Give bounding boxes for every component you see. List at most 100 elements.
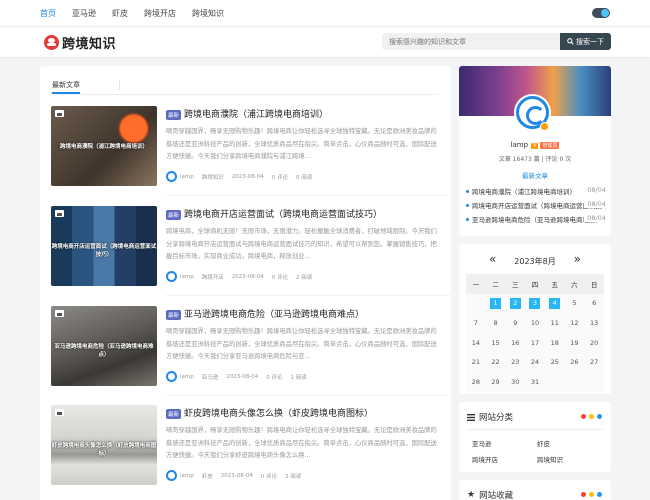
article-category[interactable]: 跨境开店: [202, 273, 224, 281]
calendar-day[interactable]: 25: [545, 352, 565, 372]
calendar-day[interactable]: 7: [466, 313, 486, 333]
calendar-day[interactable]: 28: [466, 372, 486, 392]
article-item[interactable]: 跨境电商开店运营面试（跨境电商运营面试技巧） 最新 跨境电商开店运营面试（跨境电…: [51, 206, 441, 286]
calendar-day[interactable]: 9: [505, 313, 525, 333]
calendar-day[interactable]: 22: [486, 352, 506, 372]
article-excerpt: 嘀哥穿越国界，畅享无限购物乐趣！跨境电商让你轻松选寻全球独特宝藏。无论是欧洲美妆…: [166, 328, 437, 360]
article-category[interactable]: 虾皮: [202, 472, 213, 480]
calendar-day[interactable]: 17: [525, 333, 545, 353]
recent-post-title[interactable]: 跨境电商濮院（浦江跨境电商培训）: [472, 188, 576, 196]
author-name-row: lamp V 管理员: [459, 141, 611, 149]
recent-post-item[interactable]: 跨境电商开店运营面试（跨境电商运营面试技巧） 08/04: [466, 200, 606, 214]
tab-divider: [119, 80, 120, 90]
next-month-button[interactable]: »: [574, 252, 581, 266]
author-name[interactable]: lamp: [180, 374, 194, 380]
calendar-empty-cell: [565, 372, 585, 392]
author-avatar[interactable]: [166, 470, 177, 481]
article-thumbnail[interactable]: 跨境电商濮院（浦江跨境电商培训）: [51, 106, 157, 186]
calendar-day[interactable]: 26: [565, 352, 585, 372]
nav-open-store[interactable]: 跨境开店: [144, 8, 176, 19]
calendar-day[interactable]: 5: [565, 294, 585, 314]
article-excerpt: 嘀哥穿越国界，畅享无限购物乐趣！跨境电商让你轻松选寻全球独特宝藏。无论是欧洲美妆…: [166, 427, 437, 459]
author-stats: 文章 16473 篇 | 评论 0 次: [498, 156, 572, 163]
article-title[interactable]: 亚马逊跨境电商危险（亚马逊跨境电商难点）: [184, 307, 364, 320]
article-thumbnail[interactable]: 虾皮跨境电商头像怎么换（虾皮跨境电商图标）: [51, 405, 157, 485]
categories-widget: 网站分类 亚马逊 虾皮 跨境开店 跨境知识: [459, 402, 611, 472]
article-title[interactable]: 虾皮跨境电商头像怎么换（虾皮跨境电商图标）: [184, 406, 373, 419]
category-shopee[interactable]: 虾皮: [537, 438, 602, 448]
calendar-day[interactable]: 23: [505, 352, 525, 372]
comment-count: 0 评论: [266, 374, 283, 381]
calendar-day-number: 4: [549, 297, 561, 309]
recent-post-item[interactable]: 亚马逊跨境电商危险（亚马逊跨境电商难点） 08/04: [466, 214, 606, 228]
logo-text: 跨境知识: [62, 37, 117, 52]
author-name[interactable]: lamp: [180, 473, 194, 479]
recent-post-title[interactable]: 亚马逊跨境电商危险（亚马逊跨境电商难点）: [472, 216, 602, 224]
author-avatar[interactable]: [166, 371, 177, 382]
author-avatar[interactable]: [166, 271, 177, 282]
nav-home[interactable]: 首页: [40, 8, 56, 19]
category-open-store[interactable]: 跨境开店: [472, 454, 537, 464]
calendar-day[interactable]: 29: [486, 372, 506, 392]
calendar-day[interactable]: 30: [505, 372, 525, 392]
article-title[interactable]: 跨境电商开店运营面试（跨境电商运营面试技巧）: [184, 207, 382, 220]
recent-posts-label: 最新文章: [522, 172, 548, 180]
article-item[interactable]: 虾皮跨境电商头像怎么换（虾皮跨境电商图标） 最新 虾皮跨境电商头像怎么换（虾皮跨…: [51, 405, 441, 485]
theme-toggle[interactable]: [592, 8, 610, 18]
calendar-day[interactable]: 24: [525, 352, 545, 372]
top-nav: 首页 亚马逊 虾皮 跨境开店 跨境知识: [40, 0, 240, 27]
calendar-day[interactable]: 4: [545, 294, 565, 314]
article-item[interactable]: 亚马逊跨境电商危险（亚马逊跨境电商难点） 最新 亚马逊跨境电商危险（亚马逊跨境电…: [51, 306, 441, 386]
article-thumbnail[interactable]: 跨境电商开店运营面试（跨境电商运营面试技巧）: [51, 206, 157, 286]
calendar-day[interactable]: 11: [545, 313, 565, 333]
author-avatar[interactable]: [166, 171, 177, 182]
category-knowledge[interactable]: 跨境知识: [537, 454, 602, 464]
calendar-day[interactable]: 16: [505, 333, 525, 353]
star-icon: ★: [467, 490, 476, 500]
article-category[interactable]: 跨境知识: [202, 173, 224, 181]
article-meta: lamp 跨境知识 2023-08-04 0 评论 0 阅读: [166, 171, 320, 182]
calendar-day[interactable]: 18: [545, 333, 565, 353]
nav-shopee[interactable]: 虾皮: [112, 8, 128, 19]
author-name[interactable]: lamp: [180, 174, 194, 180]
comment-count: 0 评论: [260, 473, 277, 480]
nav-knowledge[interactable]: 跨境知识: [192, 8, 224, 19]
weekday-header: 六: [564, 274, 585, 294]
calendar-day[interactable]: 10: [525, 313, 545, 333]
calendar-day[interactable]: 8: [486, 313, 506, 333]
calendar-day[interactable]: 20: [584, 333, 604, 353]
list-icon: [467, 413, 475, 421]
window-dots: [581, 492, 602, 497]
search-button[interactable]: 搜索一下: [560, 33, 611, 50]
calendar-day[interactable]: 31: [525, 372, 545, 392]
article-item[interactable]: 跨境电商濮院（浦江跨境电商培训） 最新 跨境电商濮院（浦江跨境电商培训） 嘀哥穿…: [51, 106, 441, 186]
calendar-day[interactable]: 19: [565, 333, 585, 353]
search-button-label: 搜索一下: [576, 37, 604, 46]
calendar-day[interactable]: 2: [505, 294, 525, 314]
article-date: 2023-08-04: [226, 373, 259, 380]
site-logo[interactable]: 跨境知识: [44, 33, 116, 52]
search-input[interactable]: [382, 33, 560, 50]
tab-latest[interactable]: 最新文章: [52, 80, 80, 90]
article-title[interactable]: 跨境电商濮院（浦江跨境电商培训）: [184, 107, 328, 120]
calendar-day[interactable]: 12: [565, 313, 585, 333]
calendar-day[interactable]: 3: [525, 294, 545, 314]
nav-amazon[interactable]: 亚马逊: [72, 8, 96, 19]
calendar-day[interactable]: 27: [584, 352, 604, 372]
category-amazon[interactable]: 亚马逊: [472, 438, 537, 448]
author-name[interactable]: lamp: [511, 141, 529, 149]
category-list: 亚马逊 虾皮 跨境开店 跨境知识: [472, 438, 602, 464]
calendar-day[interactable]: 15: [486, 333, 506, 353]
article-category[interactable]: 亚马逊: [202, 373, 219, 381]
calendar-day[interactable]: 6: [584, 294, 604, 314]
favorites-widget: ★ 网站收藏: [459, 480, 611, 500]
calendar-day[interactable]: 14: [466, 333, 486, 353]
window-dots: [581, 414, 602, 419]
calendar-empty-cell: [584, 372, 604, 392]
recent-post-item[interactable]: 跨境电商濮院（浦江跨境电商培训） 08/04: [466, 186, 606, 200]
calendar-day[interactable]: 21: [466, 352, 486, 372]
calendar-day[interactable]: 1: [486, 294, 506, 314]
calendar-day[interactable]: 13: [584, 313, 604, 333]
article-thumbnail[interactable]: 亚马逊跨境电商危险（亚马逊跨境电商难点）: [51, 306, 157, 386]
author-name[interactable]: lamp: [180, 274, 194, 280]
